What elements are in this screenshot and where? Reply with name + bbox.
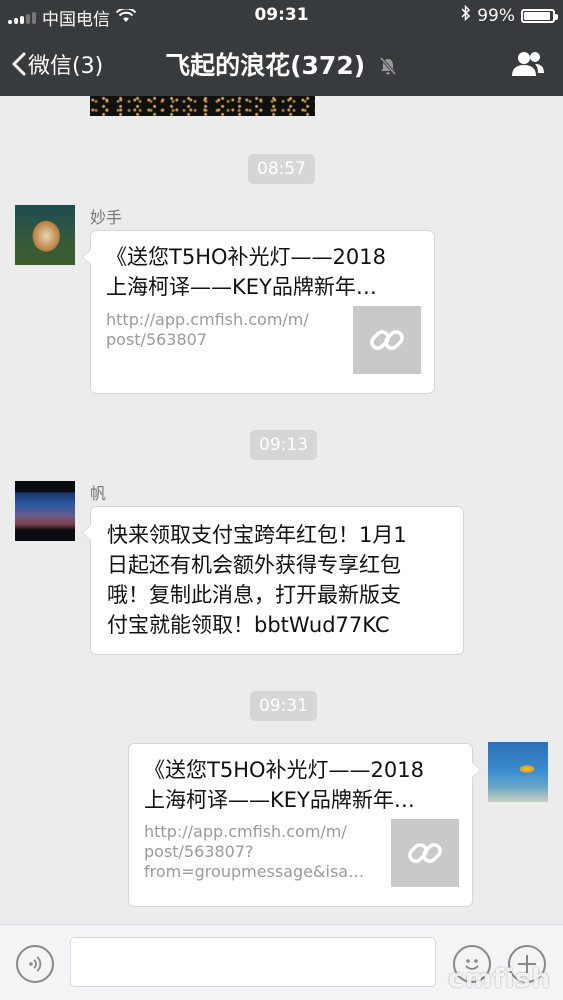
battery-fill bbox=[524, 11, 550, 20]
image-message-partial[interactable] bbox=[90, 96, 315, 116]
avatar[interactable] bbox=[15, 205, 75, 265]
sender-name: 帆 bbox=[90, 484, 107, 503]
link-title-line: 上海柯译——KEY品牌新年… bbox=[106, 275, 377, 299]
link-url-line: post/563807? bbox=[144, 842, 254, 861]
link-title-line: 《送您T5HO补光灯——2018 bbox=[106, 245, 386, 269]
message-line: 付宝就能领取！bbtWud77KC bbox=[107, 613, 390, 637]
nav-bar: 微信(3) 飞起的浪花(372) bbox=[0, 32, 563, 96]
link-title-line: 上海柯译——KEY品牌新年… bbox=[144, 788, 415, 812]
bluetooth-icon bbox=[461, 4, 471, 26]
avatar[interactable] bbox=[15, 481, 75, 541]
message-line: 日起还有机会额外获得专享红包 bbox=[107, 553, 401, 577]
message-input[interactable] bbox=[70, 937, 436, 987]
battery-percent: 99% bbox=[477, 5, 515, 26]
link-icon bbox=[370, 330, 404, 350]
voice-icon bbox=[29, 956, 42, 972]
avatar[interactable] bbox=[488, 742, 548, 802]
link-card-message[interactable]: 《送您T5HO补光灯——2018 上海柯译——KEY品牌新年… http://a… bbox=[128, 743, 481, 907]
mute-icon bbox=[378, 53, 398, 82]
link-icon bbox=[408, 843, 442, 863]
timestamp: 08:57 bbox=[248, 154, 315, 184]
watermark: cmfish bbox=[448, 964, 551, 994]
chat-title: 飞起的浪花(372) bbox=[0, 46, 563, 82]
battery-icon bbox=[521, 8, 558, 23]
link-card-message[interactable]: 《送您T5HO补光灯——2018 上海柯译——KEY品牌新年… http://a… bbox=[82, 230, 435, 394]
link-thumbnail bbox=[391, 819, 459, 887]
input-bar: cmfish bbox=[0, 924, 563, 1000]
message-line: 快来领取支付宝跨年红包！1月1 bbox=[107, 523, 407, 547]
link-url-line: from=groupmessage&isa… bbox=[144, 862, 365, 881]
contacts-icon[interactable] bbox=[511, 50, 545, 82]
chat-title-text: 飞起的浪花(372) bbox=[165, 51, 366, 80]
message-line: 哦！复制此消息，打开最新版支 bbox=[107, 583, 401, 607]
voice-button[interactable] bbox=[16, 945, 54, 983]
timestamp: 09:31 bbox=[250, 691, 317, 721]
status-bar: 中国电信 09:31 99% bbox=[0, 0, 563, 32]
link-url-line: http://app.cmfish.com/m/ bbox=[144, 822, 347, 841]
link-thumbnail bbox=[353, 306, 421, 374]
link-title-line: 《送您T5HO补光灯——2018 bbox=[144, 758, 424, 782]
text-message[interactable]: 快来领取支付宝跨年红包！1月1 日起还有机会额外获得专享红包 哦！复制此消息，打… bbox=[82, 506, 464, 655]
link-url-line: post/563807 bbox=[106, 330, 208, 349]
link-url-line: http://app.cmfish.com/m/ bbox=[106, 310, 309, 329]
sender-name: 妙手 bbox=[90, 208, 123, 227]
timestamp: 09:13 bbox=[250, 430, 317, 460]
chat-area[interactable]: 08:57 妙手 《送您T5HO补光灯——2018 上海柯译——KEY品牌新年…… bbox=[0, 96, 563, 924]
